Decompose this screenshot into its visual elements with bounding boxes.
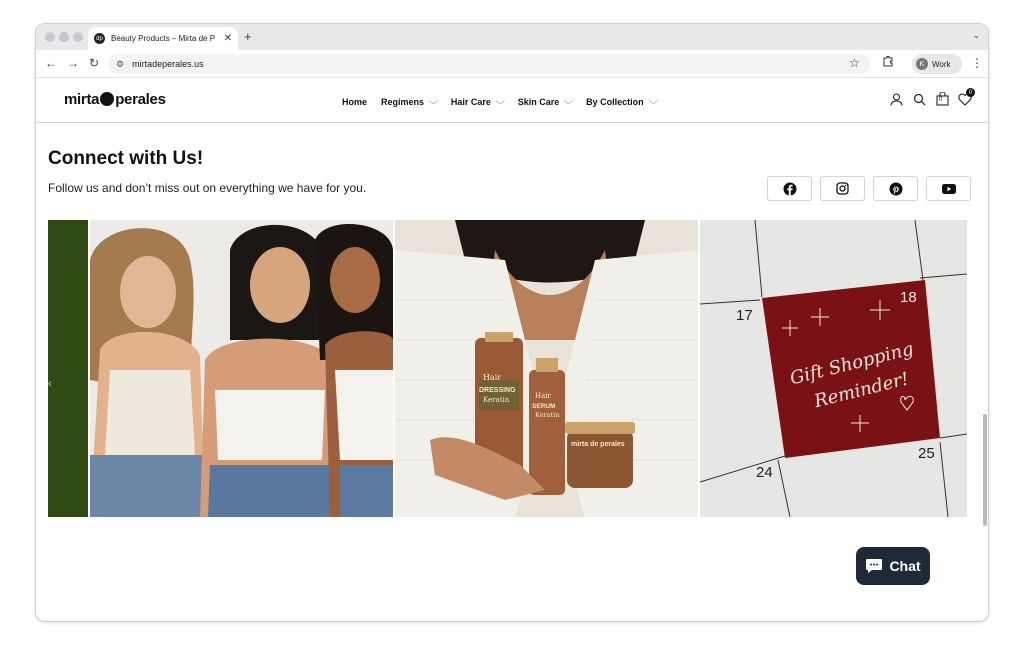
nav-label: Home [342,96,368,107]
connect-subtitle: Follow us and don’t miss out on everythi… [48,181,367,195]
wishlist-heart-icon[interactable]: 0 [958,88,975,106]
nav-label: Skin Care [517,96,560,107]
calendar-day: 24 [756,464,773,481]
gallery-image-models[interactable] [90,220,393,517]
gallery-prev-arrow-icon[interactable]: ‹ [48,378,52,390]
minimize-window-button[interactable] [59,32,69,42]
wishlist-count-badge: 0 [966,88,975,97]
youtube-button[interactable] [926,176,971,201]
page-scrollbar[interactable] [983,414,987,526]
bottle1-label: Keratin [483,396,510,404]
account-icon[interactable] [889,92,903,106]
zoom-window-button[interactable] [73,32,83,42]
new-tab-button[interactable]: + [244,29,252,44]
pinterest-icon [889,182,902,195]
chevron-down-icon: ⌵ [495,96,506,106]
bottle2-label: Hair [535,392,552,400]
forward-button[interactable]: → [67,56,79,70]
header-icons: 0 0 [889,88,975,106]
browser-tab[interactable]: dp Beauty Products – Mirta de P ✕ [88,27,238,50]
facebook-button[interactable] [767,176,812,201]
close-tab-icon[interactable]: ✕ [224,33,232,44]
chevron-down-icon: ⌵ [563,96,574,106]
chat-label: Chat [889,558,921,574]
gallery-image-calendar[interactable]: 17 18 24 25 Gift Shopping Reminder! [700,220,967,517]
connect-heading: Connect with Us! [48,148,204,169]
reload-button[interactable]: ↻ [89,56,99,70]
url-text: mirtadeperales.us [132,59,204,69]
back-button[interactable]: ← [45,56,57,70]
browser-toolbar: ← → ↻ ⚙ mirtadeperales.us ☆ K Work ⋮ [36,50,988,78]
site-header: mirta perales Home Regimens ⌵ Hair Care ⌵ S… [36,79,988,123]
logo-text-part2: perales [115,91,166,108]
browser-window: dp Beauty Products – Mirta de P ✕ + ⌄ ← … [35,23,989,622]
cart-icon[interactable]: 0 [935,92,949,106]
instagram-button[interactable] [820,176,865,201]
gallery-image-products[interactable]: Hair DRESSING Keratin Hair SERUM Keratin… [395,220,698,517]
nav-item-skin-care[interactable]: Skin Care ⌵ [517,96,574,107]
profile-name: Work [932,59,951,69]
tab-title: Beauty Products – Mirta de P [111,34,216,43]
models-photo [90,220,393,517]
bottle2-label: SERUM [532,403,555,410]
calendar-day: 25 [918,445,935,462]
site-logo[interactable]: mirta perales [64,91,166,108]
instagram-gallery: ‹ Hair DRESSING Keratin Hair SERUM Kerat… [48,220,967,517]
more-menu-icon[interactable]: ⋮ [971,56,983,70]
calendar-day: 17 [736,307,753,324]
address-bar[interactable]: ⚙ mirtadeperales.us [108,54,870,74]
bottle1-label: DRESSING [479,387,516,394]
gallery-image-partial[interactable]: ‹ [48,220,88,517]
profile-button[interactable]: K Work [912,54,962,74]
cart-count: 0 [939,97,943,103]
site-favicon-icon: dp [94,33,105,44]
nav-label: By Collection [586,96,644,107]
nav-item-regimens[interactable]: Regimens ⌵ [381,96,439,107]
chat-bubble-icon [866,559,883,573]
extensions-icon[interactable] [882,55,894,70]
youtube-icon [941,183,956,194]
nav-label: Hair Care [450,96,491,107]
chevron-down-icon: ⌵ [428,96,439,106]
site-info-icon[interactable]: ⚙ [116,59,124,70]
logo-mark [100,92,115,106]
close-window-button[interactable] [45,32,55,42]
chevron-down-icon: ⌵ [648,96,658,106]
bottle1-label: Hair [483,373,501,382]
jar-label: mirta de perales [571,441,625,448]
calendar-day: 18 [900,289,917,306]
calendar-photo: 17 18 24 25 Gift Shopping Reminder! [700,220,967,517]
pinterest-button[interactable] [873,176,918,201]
logo-text-part1: mirta [64,91,100,108]
social-links [767,176,971,201]
nav-label: Regimens [381,96,425,107]
products-photo: Hair DRESSING Keratin Hair SERUM Keratin… [395,220,698,517]
search-icon[interactable] [912,92,926,106]
nav-item-home[interactable]: Home [342,96,367,107]
bottle2-label: Keratin [535,411,559,419]
tab-search-chevron-icon[interactable]: ⌄ [972,30,980,41]
nav-item-by-collection[interactable]: By Collection ⌵ [586,96,658,107]
main-nav: Home Regimens ⌵ Hair Care ⌵ Skin Care ⌵ By … [342,96,670,107]
facebook-icon [783,182,796,195]
chat-button[interactable]: Chat [856,547,930,585]
avatar: K [916,58,928,70]
nav-item-hair-care[interactable]: Hair Care ⌵ [450,96,506,107]
bookmark-star-icon[interactable]: ☆ [849,56,860,70]
instagram-icon [836,182,849,195]
tab-strip: dp Beauty Products – Mirta de P ✕ + ⌄ [36,24,988,50]
